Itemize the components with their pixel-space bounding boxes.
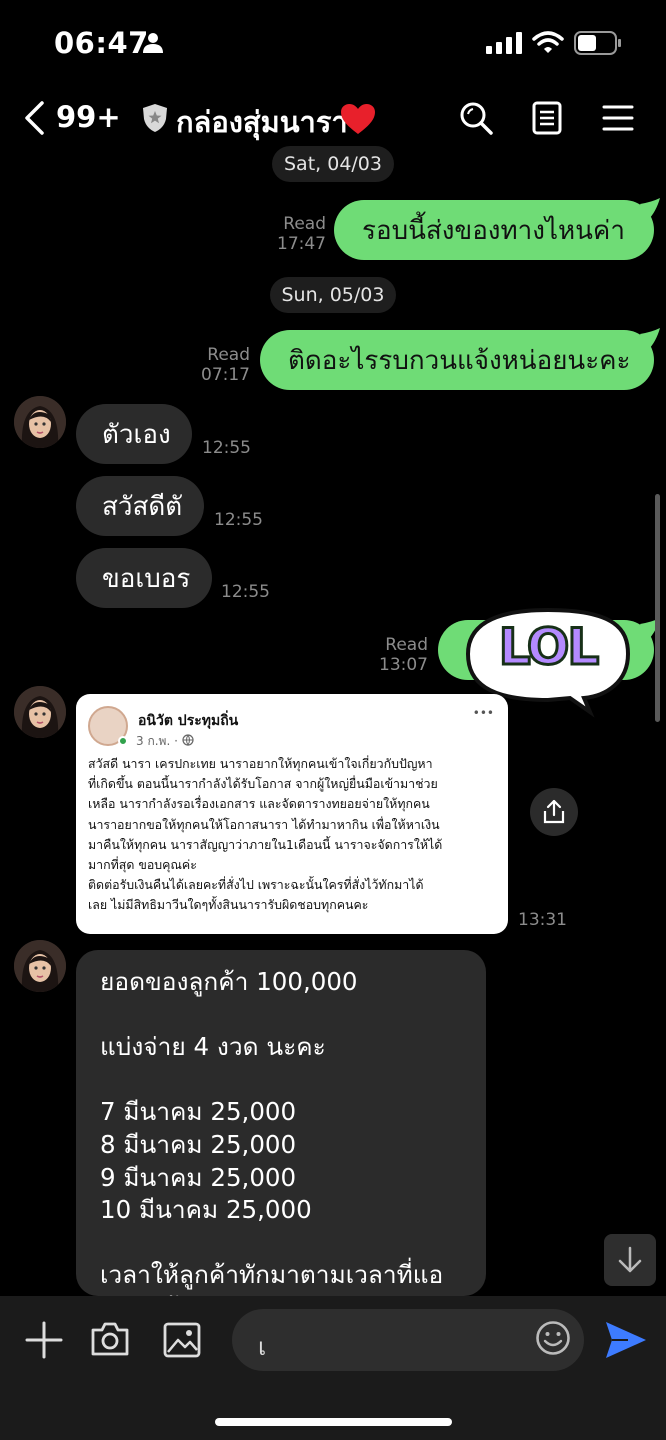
read-receipt: Read 13:07: [379, 635, 428, 675]
outgoing-message[interactable]: ติดอะไรรบกวนแจ้งหน่อยนะคะ: [260, 330, 654, 390]
date-separator: Sun, 05/03: [270, 277, 396, 313]
scroll-down-button[interactable]: [604, 1234, 656, 1286]
globe-icon: [182, 734, 194, 746]
camera-icon[interactable]: [90, 1320, 130, 1362]
share-icon: [543, 799, 565, 824]
read-receipt: Read 17:47: [277, 214, 326, 254]
read-receipt: Read 07:17: [201, 345, 250, 385]
message-time: 13:31: [518, 910, 567, 930]
back-chevron-icon[interactable]: [22, 100, 48, 140]
incoming-message[interactable]: ตัวเอง: [76, 404, 192, 464]
notes-icon[interactable]: [527, 98, 567, 138]
message-time: 12:55: [221, 582, 270, 602]
image-icon[interactable]: [163, 1322, 201, 1362]
unread-count[interactable]: 99+: [56, 100, 121, 134]
person-icon: [142, 32, 164, 58]
post-more-icon: •••: [472, 706, 494, 720]
incoming-message[interactable]: ขอเบอร: [76, 548, 212, 608]
date-separator: Sat, 04/03: [272, 146, 394, 182]
arrow-down-icon: [618, 1246, 642, 1273]
wifi-icon: [532, 30, 564, 58]
send-icon[interactable]: [604, 1320, 648, 1364]
post-author: อนิวัต ประทุมถิ่น: [138, 713, 239, 729]
outgoing-message[interactable]: รอบนี้ส่งของทางไหนค่า: [334, 200, 654, 260]
signal-icon: [486, 32, 522, 58]
message-time: 12:55: [214, 510, 263, 530]
lol-sticker[interactable]: LOL: [465, 607, 631, 718]
bubble-tail: [640, 198, 662, 226]
share-button[interactable]: [530, 788, 578, 836]
incoming-message-long[interactable]: ยอดของลูกค้า 100,000 แบ่งจ่าย 4 งวด นะคะ…: [76, 950, 486, 1322]
home-indicator: [215, 1418, 452, 1426]
message-time: 12:55: [202, 438, 251, 458]
message-text: ยอดของลูกค้า 100,000 แบ่งจ่าย 4 งวด นะคะ…: [100, 967, 444, 1322]
avatar[interactable]: [14, 940, 66, 992]
emoji-icon[interactable]: [535, 1320, 571, 1360]
sticker-text: LOL: [497, 617, 600, 678]
status-time: 06:47: [54, 26, 149, 60]
post-date: 3 ก.พ. ·: [136, 732, 194, 751]
scrollbar[interactable]: [655, 494, 660, 722]
shared-post-image[interactable]: อนิวัต ประทุมถิ่น 3 ก.พ. · ••• สวัสดี นา…: [76, 694, 508, 934]
online-dot-icon: [118, 736, 128, 746]
search-icon[interactable]: [456, 98, 496, 138]
heart-icon: [340, 103, 376, 139]
avatar[interactable]: [14, 396, 66, 448]
battery-icon: [574, 31, 622, 59]
bubble-tail: [640, 328, 662, 356]
menu-icon[interactable]: [598, 98, 638, 138]
shield-icon: [142, 103, 168, 137]
chat-title[interactable]: กล่องสุ่มนารา: [176, 99, 348, 145]
message-input[interactable]: [232, 1309, 584, 1371]
plus-icon[interactable]: [24, 1320, 64, 1364]
message-input-text[interactable]: เ: [258, 1327, 266, 1366]
avatar[interactable]: [14, 686, 66, 738]
post-body: สวัสดี นารา เครปกะเทย นาราอยากให้ทุกคนเข…: [88, 756, 443, 913]
incoming-message[interactable]: สวัสดีตั: [76, 476, 204, 536]
